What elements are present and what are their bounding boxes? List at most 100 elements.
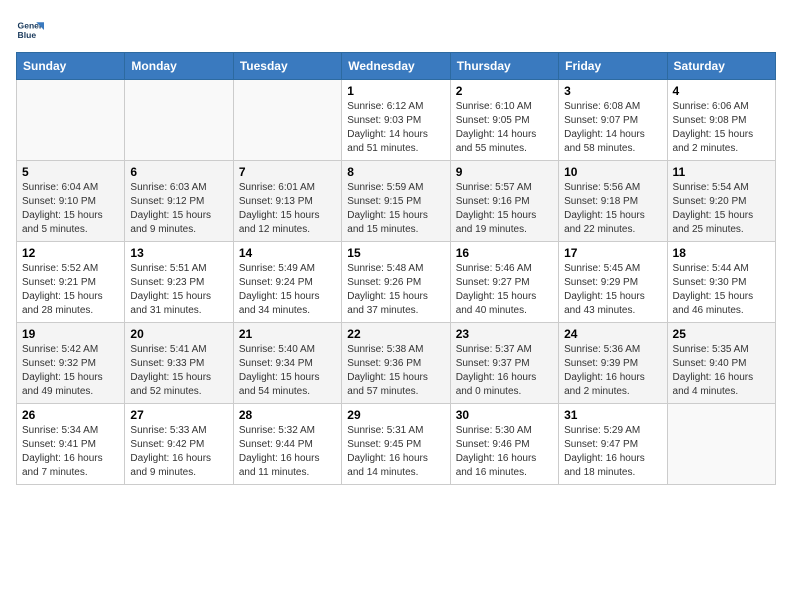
- sunrise-text: Sunrise: 5:32 AM: [239, 425, 315, 436]
- sunset-text: Sunset: 9:12 PM: [130, 196, 204, 207]
- sunset-text: Sunset: 9:24 PM: [239, 277, 313, 288]
- day-number: 13: [130, 246, 227, 260]
- calendar-day-cell: [667, 404, 775, 485]
- sunrise-text: Sunrise: 5:33 AM: [130, 425, 206, 436]
- day-number: 29: [347, 408, 444, 422]
- day-info: Sunrise: 5:33 AMSunset: 9:42 PMDaylight:…: [130, 424, 227, 480]
- daylight-text: Daylight: 15 hours and 22 minutes.: [564, 210, 645, 235]
- daylight-text: Daylight: 16 hours and 14 minutes.: [347, 453, 428, 478]
- calendar-day-cell: 7Sunrise: 6:01 AMSunset: 9:13 PMDaylight…: [233, 161, 341, 242]
- daylight-text: Daylight: 16 hours and 16 minutes.: [456, 453, 537, 478]
- day-number: 5: [22, 165, 119, 179]
- calendar-day-cell: 10Sunrise: 5:56 AMSunset: 9:18 PMDayligh…: [559, 161, 667, 242]
- day-info: Sunrise: 5:56 AM Sunset: 9:18 PM Daylight:…: [564, 181, 661, 237]
- sunrise-text: Sunrise: 5:56 AM: [564, 182, 640, 193]
- day-number: 25: [673, 327, 770, 341]
- sunset-text: Sunset: 9:41 PM: [22, 439, 96, 450]
- calendar-day-cell: 11Sunrise: 5:54 AMSunset: 9:20 PMDayligh…: [667, 161, 775, 242]
- daylight-text: Daylight: 16 hours and 9 minutes.: [130, 453, 211, 478]
- day-number: 3: [564, 84, 661, 98]
- sunset-text: Sunset: 9:27 PM: [456, 277, 530, 288]
- calendar-day-cell: [233, 80, 341, 161]
- sunrise-text: Sunrise: 5:35 AM: [673, 344, 749, 355]
- day-info: Sunrise: 5:38 AMSunset: 9:36 PMDaylight:…: [347, 343, 444, 399]
- calendar-day-cell: 8Sunrise: 5:59 AMSunset: 9:15 PMDaylight…: [342, 161, 450, 242]
- day-number: 21: [239, 327, 336, 341]
- day-number: 12: [22, 246, 119, 260]
- day-info: Sunrise: 6:08 AMSunset: 9:07 PMDaylight:…: [564, 100, 661, 156]
- page-header: General Blue: [16, 16, 776, 44]
- day-info: Sunrise: 5:34 AMSunset: 9:41 PMDaylight:…: [22, 424, 119, 480]
- day-info: Sunrise: 5:48 AMSunset: 9:26 PMDaylight:…: [347, 262, 444, 318]
- daylight-text: Daylight: 15 hours and 54 minutes.: [239, 372, 320, 397]
- sunrise-text: Sunrise: 5:45 AM: [564, 263, 640, 274]
- sunset-text: Sunset: 9:33 PM: [130, 358, 204, 369]
- daylight-text: Daylight: 15 hours and 37 minutes.: [347, 291, 428, 316]
- calendar-day-cell: 13Sunrise: 5:51 AMSunset: 9:23 PMDayligh…: [125, 242, 233, 323]
- daylight-text: Daylight: 15 hours and 12 minutes.: [239, 210, 320, 235]
- sunrise-text: Sunrise: 5:54 AM: [673, 182, 749, 193]
- day-number: 16: [456, 246, 553, 260]
- calendar-day-cell: 23Sunrise: 5:37 AMSunset: 9:37 PMDayligh…: [450, 323, 558, 404]
- calendar-day-cell: 30Sunrise: 5:30 AMSunset: 9:46 PMDayligh…: [450, 404, 558, 485]
- day-info: Sunrise: 5:54 AMSunset: 9:20 PMDaylight:…: [673, 181, 770, 237]
- daylight-text: Daylight: 16 hours and 4 minutes.: [673, 372, 754, 397]
- sunrise-text: Sunrise: 5:51 AM: [130, 263, 206, 274]
- calendar-table: SundayMondayTuesdayWednesdayThursdayFrid…: [16, 52, 776, 485]
- sunset-text: Sunset: 9:37 PM: [456, 358, 530, 369]
- sunrise-text: Sunrise: 5:30 AM: [456, 425, 532, 436]
- sunrise-text: Sunrise: 5:41 AM: [130, 344, 206, 355]
- day-number: 22: [347, 327, 444, 341]
- sunrise-text: Sunrise: 6:03 AM: [130, 182, 206, 193]
- day-info: Sunrise: 5:36 AMSunset: 9:39 PMDaylight:…: [564, 343, 661, 399]
- logo: General Blue: [16, 16, 48, 44]
- sunset-text: Sunset: 9:07 PM: [564, 115, 638, 126]
- day-number: 9: [456, 165, 553, 179]
- calendar-day-cell: [17, 80, 125, 161]
- daylight-text: Daylight: 15 hours and 19 minutes.: [456, 210, 537, 235]
- day-info: Sunrise: 5:57 AMSunset: 9:16 PMDaylight:…: [456, 181, 553, 237]
- sunrise-text: Sunrise: 6:06 AM: [673, 101, 749, 112]
- sunrise-text: Sunrise: 5:48 AM: [347, 263, 423, 274]
- daylight-text: Daylight: 15 hours and 15 minutes.: [347, 210, 428, 235]
- sunrise-text: Sunrise: 5:38 AM: [347, 344, 423, 355]
- sunset-text: Sunset: 9:13 PM: [239, 196, 313, 207]
- day-number: 4: [673, 84, 770, 98]
- calendar-day-cell: 1Sunrise: 6:12 AMSunset: 9:03 PMDaylight…: [342, 80, 450, 161]
- sunrise-text: Sunrise: 5:40 AM: [239, 344, 315, 355]
- day-number: 17: [564, 246, 661, 260]
- calendar-day-cell: 19Sunrise: 5:42 AMSunset: 9:32 PMDayligh…: [17, 323, 125, 404]
- sunrise-text: Sunrise: 5:57 AM: [456, 182, 532, 193]
- sunset-text: Sunset: 9:08 PM: [673, 115, 747, 126]
- sunset-text: Sunset: 9:36 PM: [347, 358, 421, 369]
- sunset-text: Sunset: 9:10 PM: [22, 196, 96, 207]
- day-number: 28: [239, 408, 336, 422]
- sunset-text: Sunset: 9:15 PM: [347, 196, 421, 207]
- day-number: 27: [130, 408, 227, 422]
- daylight-text: Daylight: 16 hours and 2 minutes.: [564, 372, 645, 397]
- sunset-text: Sunset: 9:45 PM: [347, 439, 421, 450]
- day-info: Sunrise: 5:59 AMSunset: 9:15 PMDaylight:…: [347, 181, 444, 237]
- sunrise-text: Sunrise: 5:31 AM: [347, 425, 423, 436]
- day-number: 6: [130, 165, 227, 179]
- daylight-text: Daylight: 15 hours and 2 minutes.: [673, 129, 754, 154]
- day-number: 15: [347, 246, 444, 260]
- day-number: 23: [456, 327, 553, 341]
- day-info: Sunrise: 5:44 AMSunset: 9:30 PMDaylight:…: [673, 262, 770, 318]
- calendar-day-cell: 28Sunrise: 5:32 AMSunset: 9:44 PMDayligh…: [233, 404, 341, 485]
- daylight-text: Daylight: 15 hours and 5 minutes.: [22, 210, 103, 235]
- daylight-text: Daylight: 15 hours and 49 minutes.: [22, 372, 103, 397]
- day-number: 19: [22, 327, 119, 341]
- calendar-day-cell: 4 Sunrise: 6:06 AM Sunset: 9:08 PM Daylight…: [667, 80, 775, 161]
- day-number: 31: [564, 408, 661, 422]
- sunrise-text: Sunrise: 5:46 AM: [456, 263, 532, 274]
- sunrise-text: Sunrise: 5:29 AM: [564, 425, 640, 436]
- calendar-day-cell: 15 Sunrise: 5:48 AMSunset: 9:26 PMDayligh…: [342, 242, 450, 323]
- sunset-text: Sunset: 9:18 PM: [564, 196, 638, 207]
- day-info: Sunrise: 6:01 AMSunset: 9:13 PMDaylight:…: [239, 181, 336, 237]
- calendar-day-cell: 16Sunrise: 5:46 AMSunset: 9:27 PMDayligh…: [450, 242, 558, 323]
- day-of-week-header: Saturday: [667, 53, 775, 80]
- day-number: 18: [673, 246, 770, 260]
- day-number: 30: [456, 408, 553, 422]
- calendar-day-cell: [125, 80, 233, 161]
